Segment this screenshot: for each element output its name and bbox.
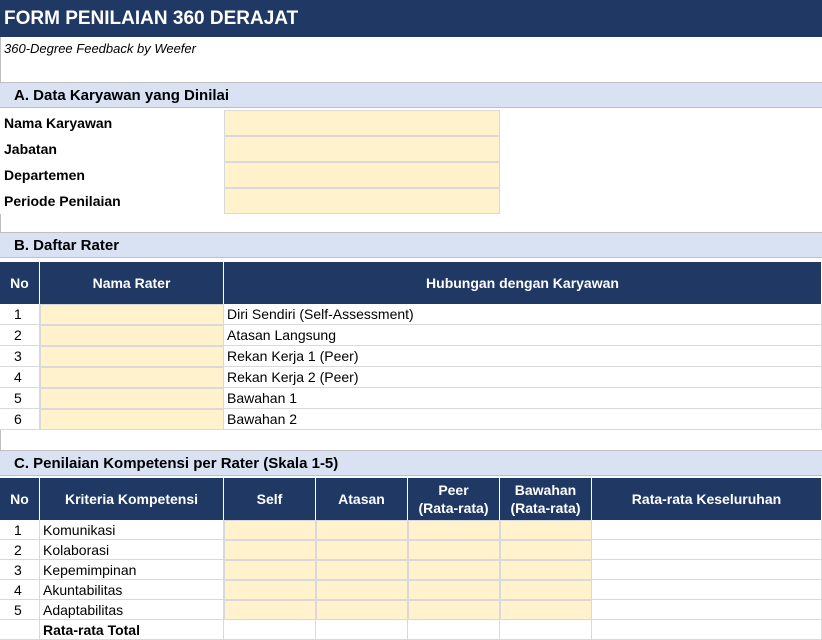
rater-name-input[interactable] <box>40 367 224 388</box>
score-self-input[interactable] <box>224 540 316 560</box>
total-average-cell <box>592 620 822 640</box>
section-a-header: A. Data Karyawan yang Dinilai <box>0 82 822 108</box>
section-c-header: C. Penilaian Kompetensi per Rater (Skala… <box>0 450 822 476</box>
rater-col-relation: Hubungan dengan Karyawan <box>224 262 822 304</box>
total-no-cell <box>0 620 40 640</box>
total-average-cell <box>500 620 592 640</box>
competency-no-cell: 4 <box>0 580 40 600</box>
rater-relation-cell: Atasan Langsung <box>224 325 822 346</box>
comp-col-overall: Rata-rata Keseluruhan <box>592 478 822 520</box>
comp-col-criteria: Kriteria Kompetensi <box>40 478 224 520</box>
rater-relation-cell: Rekan Kerja 1 (Peer) <box>224 346 822 367</box>
overall-average-cell <box>592 520 822 540</box>
competency-criteria-cell: Kepemimpinan <box>40 560 224 580</box>
field-label-departemen: Departemen <box>4 167 85 183</box>
competency-criteria-cell: Adaptabilitas <box>40 600 224 620</box>
field-label-nama-karyawan: Nama Karyawan <box>4 115 113 131</box>
jabatan-input[interactable] <box>224 136 500 162</box>
rater-col-no: No <box>0 262 40 304</box>
competency-criteria-cell: Kolaborasi <box>40 540 224 560</box>
total-average-cell <box>224 620 316 640</box>
score-self-input[interactable] <box>224 580 316 600</box>
competency-criteria-cell: Komunikasi <box>40 520 224 540</box>
overall-average-cell <box>592 600 822 620</box>
score-atasan-input[interactable] <box>316 540 408 560</box>
left-gridline <box>0 37 1 82</box>
score-peer-input[interactable] <box>408 600 500 620</box>
rater-no-cell: 2 <box>0 325 40 346</box>
left-gridline <box>0 214 1 232</box>
comp-col-peer: Peer (Rata-rata) <box>408 478 500 520</box>
score-atasan-input[interactable] <box>316 560 408 580</box>
rater-name-input[interactable] <box>40 325 224 346</box>
score-bawahan-input[interactable] <box>500 580 592 600</box>
score-self-input[interactable] <box>224 560 316 580</box>
rater-no-cell: 6 <box>0 409 40 430</box>
rater-relation-cell: Diri Sendiri (Self-Assessment) <box>224 304 822 325</box>
form-title: FORM PENILAIAN 360 DERAJAT <box>0 0 822 37</box>
comp-col-self: Self <box>224 478 316 520</box>
score-self-input[interactable] <box>224 520 316 540</box>
left-gridline <box>0 430 1 450</box>
total-average-cell <box>408 620 500 640</box>
score-peer-input[interactable] <box>408 580 500 600</box>
total-average-cell <box>316 620 408 640</box>
periode-penilaian-input[interactable] <box>224 188 500 214</box>
rater-no-cell: 3 <box>0 346 40 367</box>
total-average-label: Rata-rata Total <box>40 620 224 640</box>
competency-no-cell: 3 <box>0 560 40 580</box>
score-bawahan-input[interactable] <box>500 520 592 540</box>
form-subtitle: 360-Degree Feedback by Weefer <box>4 41 196 56</box>
score-peer-input[interactable] <box>408 540 500 560</box>
score-bawahan-input[interactable] <box>500 540 592 560</box>
rater-no-cell: 5 <box>0 388 40 409</box>
rater-no-cell: 1 <box>0 304 40 325</box>
section-b-header: B. Daftar Rater <box>0 232 822 258</box>
rater-name-input[interactable] <box>40 304 224 325</box>
departemen-input[interactable] <box>224 162 500 188</box>
score-peer-input[interactable] <box>408 520 500 540</box>
field-label-periode-penilaian: Periode Penilaian <box>4 193 121 209</box>
comp-col-no: No <box>0 478 40 520</box>
rater-no-cell: 4 <box>0 367 40 388</box>
field-label-jabatan: Jabatan <box>4 141 57 157</box>
score-bawahan-input[interactable] <box>500 600 592 620</box>
score-atasan-input[interactable] <box>316 520 408 540</box>
overall-average-cell <box>592 540 822 560</box>
rater-name-input[interactable] <box>40 346 224 367</box>
rater-relation-cell: Rekan Kerja 2 (Peer) <box>224 367 822 388</box>
score-peer-input[interactable] <box>408 560 500 580</box>
competency-no-cell: 2 <box>0 540 40 560</box>
comp-col-atasan: Atasan <box>316 478 408 520</box>
score-self-input[interactable] <box>224 600 316 620</box>
comp-col-bawahan: Bawahan (Rata-rata) <box>500 478 592 520</box>
score-atasan-input[interactable] <box>316 580 408 600</box>
overall-average-cell <box>592 560 822 580</box>
rater-name-input[interactable] <box>40 409 224 430</box>
rater-col-name: Nama Rater <box>40 262 224 304</box>
competency-no-cell: 5 <box>0 600 40 620</box>
competency-criteria-cell: Akuntabilitas <box>40 580 224 600</box>
nama-karyawan-input[interactable] <box>224 110 500 136</box>
score-atasan-input[interactable] <box>316 600 408 620</box>
competency-no-cell: 1 <box>0 520 40 540</box>
rater-name-input[interactable] <box>40 388 224 409</box>
score-bawahan-input[interactable] <box>500 560 592 580</box>
overall-average-cell <box>592 580 822 600</box>
rater-relation-cell: Bawahan 1 <box>224 388 822 409</box>
rater-relation-cell: Bawahan 2 <box>224 409 822 430</box>
